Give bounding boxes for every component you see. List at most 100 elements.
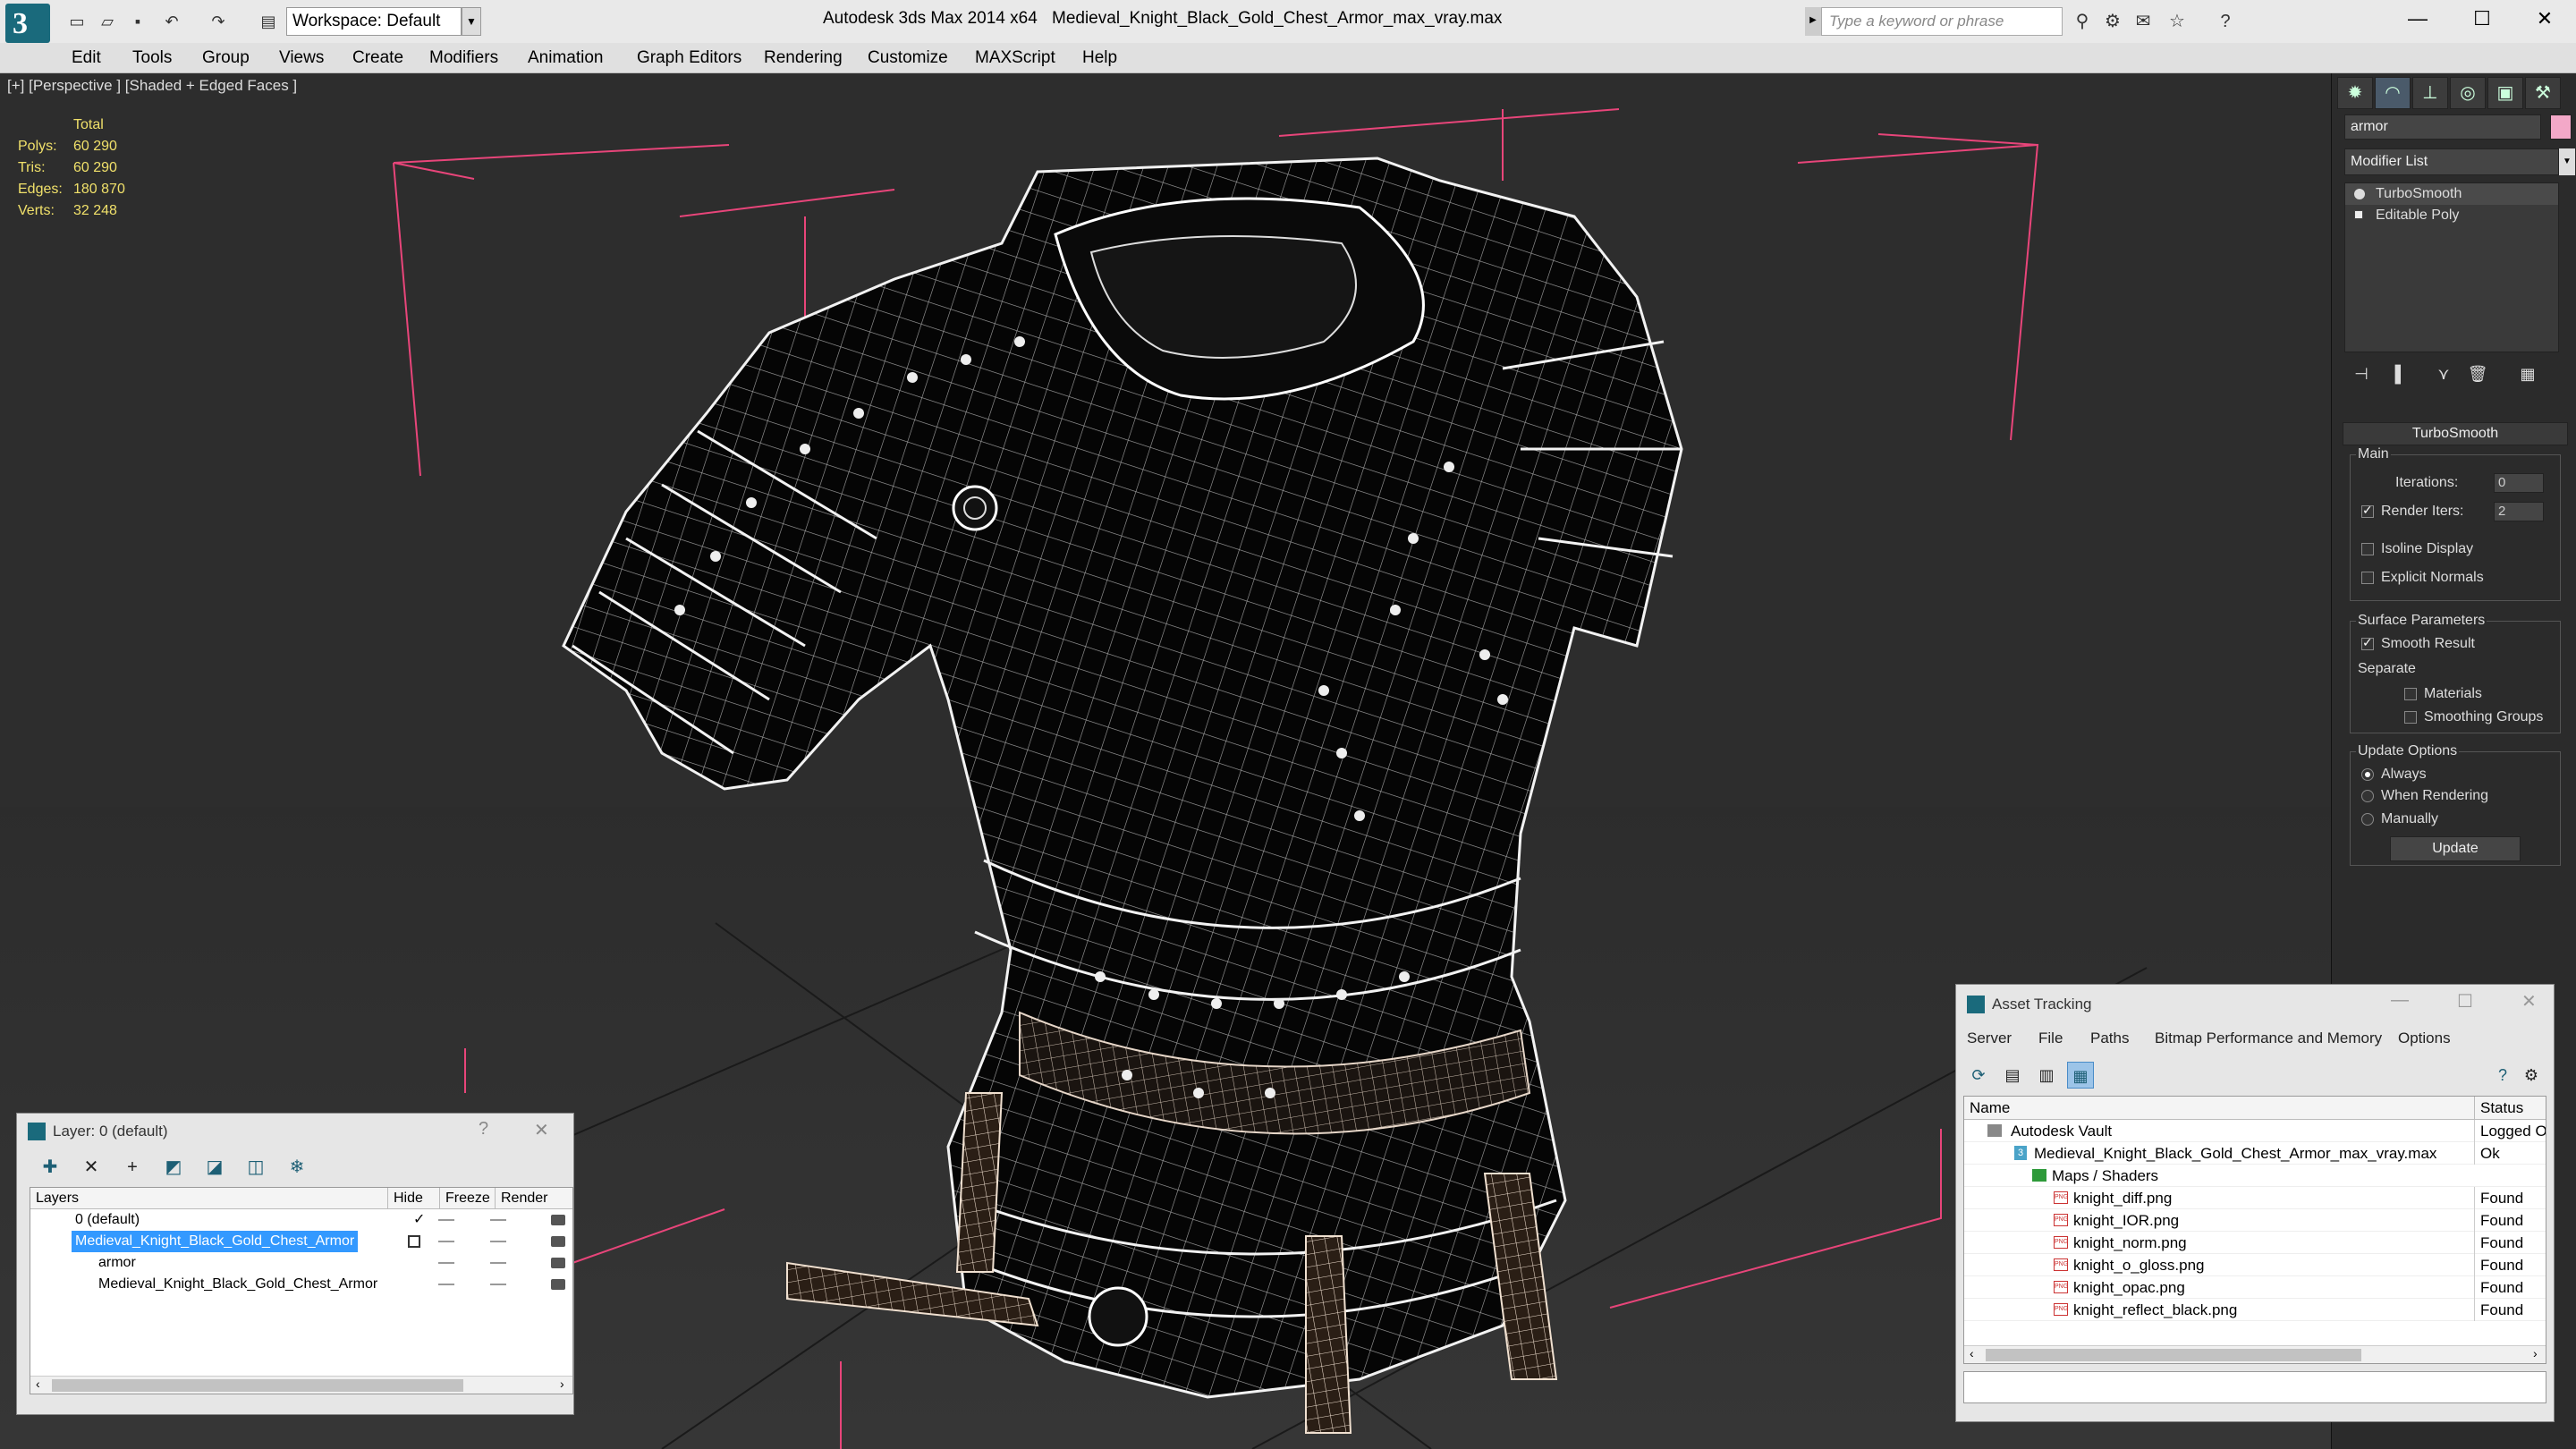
highlight-layer-icon[interactable]: ◪ <box>199 1155 230 1180</box>
horizontal-scrollbar[interactable]: ‹ › <box>1964 1345 2546 1363</box>
modifier-list-dropdown[interactable]: Modifier List <box>2344 148 2559 175</box>
maximize-icon[interactable]: ☐ <box>2457 990 2473 1013</box>
app-menu-button[interactable]: 3 <box>5 4 50 43</box>
expand-icon[interactable] <box>2354 210 2363 219</box>
binoculars-icon[interactable]: ⚲ <box>2070 9 2095 34</box>
menu-options[interactable]: Options <box>2398 1030 2451 1047</box>
current-layer-icon[interactable] <box>408 1235 420 1248</box>
hide-all-layers-icon[interactable]: ◫ <box>241 1155 271 1180</box>
column-layers[interactable]: Layers <box>30 1188 388 1209</box>
lightbulb-icon[interactable] <box>2354 189 2365 199</box>
scroll-right-icon[interactable]: › <box>560 1377 564 1391</box>
menu-tools[interactable]: Tools <box>132 48 172 68</box>
help-icon[interactable]: ? <box>2489 1062 2516 1089</box>
column-status[interactable]: Status <box>2474 1097 2523 1120</box>
column-hide[interactable]: Hide <box>388 1188 440 1209</box>
menu-graph-editors[interactable]: Graph Editors <box>637 48 741 68</box>
favorites-icon[interactable]: ☆ <box>2165 9 2190 34</box>
iterations-spinner[interactable]: 0 <box>2494 473 2544 493</box>
close-icon[interactable]: ✕ <box>2521 990 2537 1013</box>
scroll-right-icon[interactable]: › <box>2533 1346 2538 1360</box>
stack-item-editable-poly[interactable]: Editable Poly <box>2345 205 2558 226</box>
help-icon[interactable]: ? <box>479 1119 488 1140</box>
asset-row[interactable]: PNG knight_diff.png Found <box>1964 1187 2546 1209</box>
create-tab-icon[interactable]: ✹ <box>2337 77 2373 109</box>
menu-rendering[interactable]: Rendering <box>764 48 843 68</box>
motion-tab-icon[interactable]: ◎ <box>2450 77 2486 109</box>
search-input[interactable]: Type a keyword or phrase <box>1821 7 2063 36</box>
menu-animation[interactable]: Animation <box>528 48 604 68</box>
asset-row[interactable]: PNG knight_IOR.png Found <box>1964 1209 2546 1232</box>
select-objects-icon[interactable]: ◩ <box>158 1155 189 1180</box>
render-icon[interactable] <box>551 1258 565 1268</box>
asset-row[interactable]: 3 Medieval_Knight_Black_Gold_Chest_Armor… <box>1964 1142 2546 1165</box>
asset-row[interactable]: PNG knight_reflect_black.png Found <box>1964 1299 2546 1321</box>
materials-checkbox[interactable] <box>2404 688 2417 700</box>
explicit-normals-checkbox[interactable] <box>2361 572 2374 584</box>
layer-row[interactable]: 0 (default) ✓ <box>30 1209 572 1231</box>
settings-icon[interactable]: ⚙ <box>2518 1062 2545 1089</box>
menu-create[interactable]: Create <box>352 48 403 68</box>
column-freeze[interactable]: Freeze <box>440 1188 496 1209</box>
communication-center-icon[interactable]: ✉ <box>2131 9 2156 34</box>
redo-icon[interactable]: ↷ <box>208 11 229 32</box>
minimize-icon[interactable]: — <box>2386 0 2449 38</box>
display-tab-icon[interactable]: ▣ <box>2487 77 2523 109</box>
update-when-rendering-radio[interactable] <box>2361 790 2374 802</box>
minimize-icon[interactable]: — <box>2391 990 2409 1011</box>
render-icon[interactable] <box>551 1236 565 1247</box>
add-to-layer-icon[interactable]: + <box>117 1155 148 1180</box>
open-file-icon[interactable]: ▱ <box>97 11 118 32</box>
object-name-field[interactable]: armor <box>2344 114 2541 140</box>
utilities-tab-icon[interactable]: ⚒ <box>2525 77 2561 109</box>
render-icon[interactable] <box>551 1279 565 1290</box>
horizontal-scrollbar[interactable]: ‹ › <box>30 1376 572 1394</box>
menu-modifiers[interactable]: Modifiers <box>429 48 498 68</box>
object-color-swatch[interactable] <box>2550 114 2572 140</box>
save-icon[interactable]: ▪ <box>127 11 148 32</box>
delete-layer-icon[interactable]: ✕ <box>76 1155 106 1180</box>
hierarchy-tab-icon[interactable]: ⊥ <box>2412 77 2448 109</box>
chevron-down-icon[interactable]: ▼ <box>2559 148 2575 175</box>
layer-row[interactable]: armor <box>30 1252 572 1274</box>
asset-row[interactable]: PNG knight_opac.png Found <box>1964 1276 2546 1299</box>
scrollbar-thumb[interactable] <box>1986 1349 2361 1361</box>
viewport-label[interactable]: [+] [Perspective ] [Shaded + Edged Faces… <box>7 77 297 95</box>
new-file-icon[interactable]: ▭ <box>66 11 88 32</box>
render-iters-checkbox[interactable] <box>2361 503 2374 518</box>
subscription-icon[interactable]: ⚙ <box>2100 9 2125 34</box>
asset-row[interactable]: Maps / Shaders <box>1964 1165 2546 1187</box>
menu-help[interactable]: Help <box>1082 48 1117 68</box>
layer-row[interactable]: Medieval_Knight_Black_Gold_Chest_Armor <box>30 1274 572 1295</box>
asset-row[interactable]: PNG knight_o_gloss.png Found <box>1964 1254 2546 1276</box>
menu-maxscript[interactable]: MAXScript <box>975 48 1055 68</box>
column-name[interactable]: Name <box>1970 1097 2010 1120</box>
menu-group[interactable]: Group <box>202 48 250 68</box>
help-icon[interactable]: ? <box>2213 9 2238 34</box>
render-iters-spinner[interactable]: 2 <box>2494 502 2544 521</box>
menu-edit[interactable]: Edit <box>72 48 101 68</box>
rollout-title[interactable]: TurboSmooth <box>2343 422 2568 445</box>
asset-row[interactable]: Autodesk Vault Logged O <box>1964 1120 2546 1142</box>
refresh-icon[interactable]: ⟳ <box>1965 1062 1992 1089</box>
asset-path-field[interactable] <box>1963 1371 2546 1403</box>
menu-file[interactable]: File <box>2038 1030 2063 1047</box>
menu-bitmap-performance[interactable]: Bitmap Performance and Memory <box>2155 1030 2382 1047</box>
create-layer-icon[interactable]: ✚ <box>35 1155 65 1180</box>
project-folder-icon[interactable]: ▤ <box>258 11 279 32</box>
smooth-result-checkbox[interactable] <box>2361 635 2374 650</box>
menu-customize[interactable]: Customize <box>868 48 948 68</box>
isoline-checkbox[interactable] <box>2361 543 2374 555</box>
smoothing-groups-checkbox[interactable] <box>2404 711 2417 724</box>
undo-icon[interactable]: ↶ <box>161 11 182 32</box>
asset-row[interactable]: PNG knight_norm.png Found <box>1964 1232 2546 1254</box>
maximize-icon[interactable]: ☐ <box>2451 0 2513 38</box>
menu-paths[interactable]: Paths <box>2090 1030 2129 1047</box>
update-manually-radio[interactable] <box>2361 813 2374 826</box>
modify-tab-icon[interactable]: ◠ <box>2375 77 2411 109</box>
chevron-down-icon[interactable]: ▼ <box>462 7 481 36</box>
freeze-all-layers-icon[interactable]: ❄ <box>282 1155 312 1180</box>
table-view-icon[interactable]: ▦ <box>2067 1062 2094 1089</box>
render-icon[interactable] <box>551 1215 565 1225</box>
stack-item-turbosmooth[interactable]: TurboSmooth <box>2345 183 2558 205</box>
